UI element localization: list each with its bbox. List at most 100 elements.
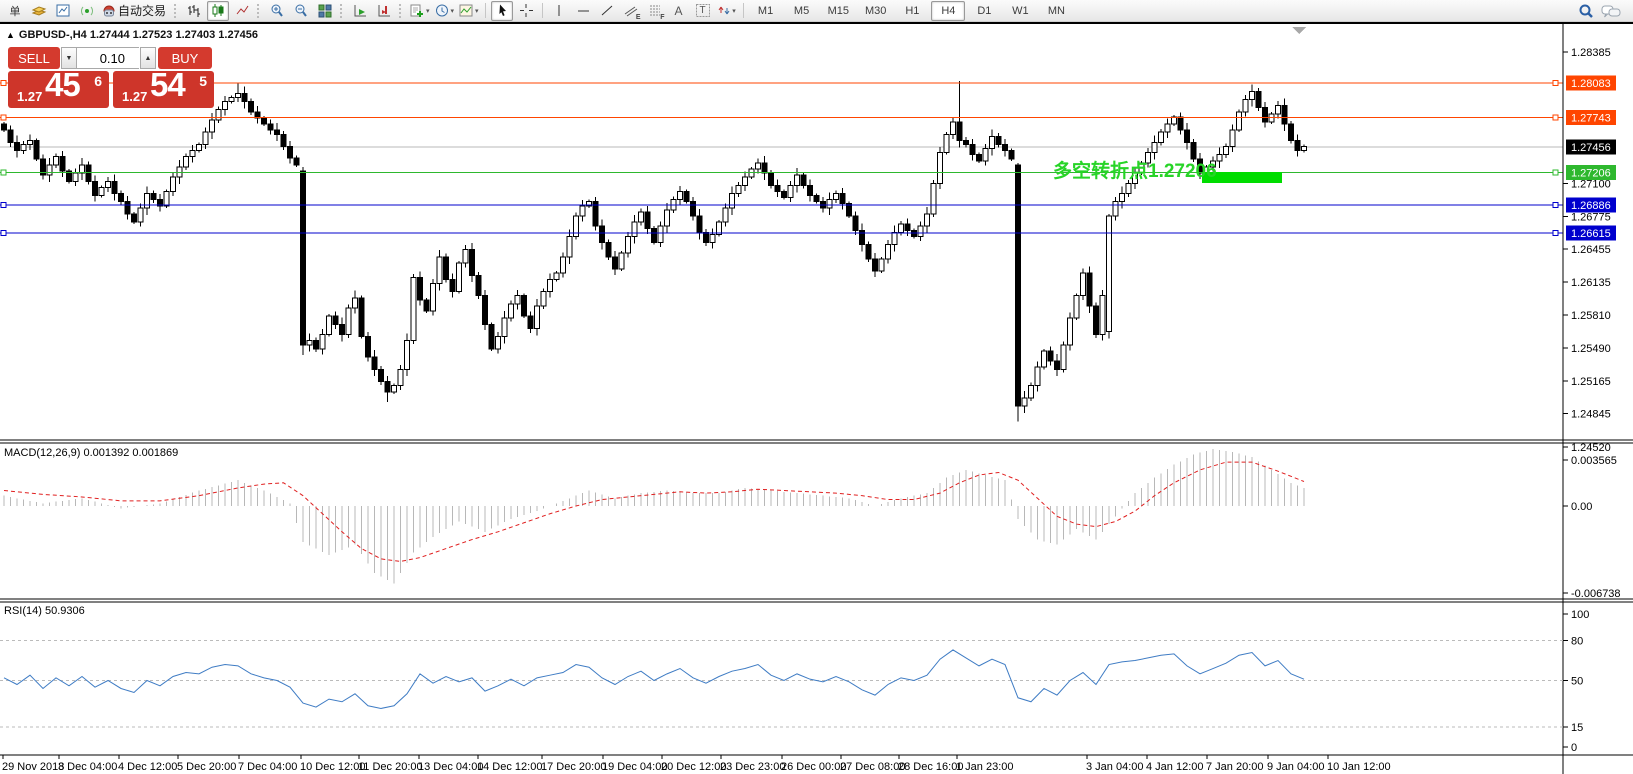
label-tool-button[interactable]: T (692, 1, 714, 21)
bar-chart-icon (187, 3, 201, 18)
timeframe-label: H1 (905, 2, 919, 20)
sell-quote-box[interactable]: 1.27 45 6 (8, 71, 109, 108)
macd-panel (4, 449, 1304, 583)
svg-text:1.27100: 1.27100 (1571, 178, 1611, 190)
autotrade-button[interactable]: 自动交易 (100, 1, 170, 21)
rsi-indicator-label: RSI(14) 50.9306 (4, 605, 85, 617)
svg-text:-0.006738: -0.006738 (1571, 588, 1621, 600)
svg-text:13 Dec 04:00: 13 Dec 04:00 (418, 761, 483, 773)
market-watch-button[interactable] (52, 1, 74, 21)
collapse-arrow-icon[interactable]: ▲ (6, 30, 15, 40)
svg-text:10 Dec 12:00: 10 Dec 12:00 (300, 761, 365, 773)
timeframe-button[interactable]: M15 (821, 1, 856, 21)
crosshair-icon (519, 3, 533, 18)
level-lines[interactable] (0, 80, 1563, 235)
order-book-button[interactable] (28, 1, 50, 21)
line-chart-icon (235, 3, 249, 18)
template-icon (458, 3, 474, 18)
svg-text:27 Dec 08:00: 27 Dec 08:00 (840, 761, 905, 773)
indicators-icon (409, 3, 425, 18)
timeframe-button[interactable]: H1 (895, 1, 929, 21)
label-tool-letter: T (700, 5, 706, 16)
chart-plot-area[interactable]: 1.283851.271001.267751.264551.261351.258… (0, 24, 1633, 774)
cursor-tool-button[interactable] (491, 1, 513, 21)
arrows-tool-button[interactable]: ▾ (716, 1, 738, 21)
trendline-tool-button[interactable] (596, 1, 618, 21)
zoom-in-button[interactable] (266, 1, 288, 21)
svg-text:9 Jan 04:00: 9 Jan 04:00 (1267, 761, 1325, 773)
svg-text:4 Jan 12:00: 4 Jan 12:00 (1146, 761, 1204, 773)
vertical-line-tool-button[interactable] (548, 1, 570, 21)
svg-text:19 Dec 04:00: 19 Dec 04:00 (602, 761, 667, 773)
timeframe-label: M30 (865, 2, 886, 20)
indicators-button[interactable]: ▾ (408, 1, 431, 21)
signals-button[interactable] (76, 1, 98, 21)
toolbar-separator (542, 3, 543, 18)
svg-text:50: 50 (1571, 676, 1583, 688)
fibonacci-letter: F (660, 14, 664, 21)
chart-shift-button[interactable] (373, 1, 395, 21)
search-button[interactable] (1575, 1, 1597, 21)
text-tool-button[interactable]: A (668, 1, 690, 21)
time-axis: 29 Nov 20183 Dec 04:004 Dec 12:005 Dec 2… (2, 755, 1391, 773)
rsi-panel (0, 641, 1563, 727)
timeframe-button[interactable]: M30 (858, 1, 893, 21)
price-axis: 1.283851.271001.267751.264551.261351.258… (1563, 47, 1611, 454)
svg-text:11 Dec 20:00: 11 Dec 20:00 (358, 761, 423, 773)
timeframe-button[interactable]: D1 (967, 1, 1001, 21)
buy-price-fraction: 5 (199, 73, 207, 89)
timeframe-button[interactable]: M5 (785, 1, 819, 21)
macd-axis: 0.0035650.00-0.006738 (1563, 455, 1621, 600)
horizontal-line-tool-button[interactable] (572, 1, 594, 21)
buy-quote-box[interactable]: 1.27 54 5 (113, 71, 214, 108)
templates-button[interactable]: ▾ (457, 1, 480, 21)
cursor-icon (495, 3, 509, 18)
svg-text:80: 80 (1571, 636, 1583, 648)
svg-text:29 Nov 2018: 29 Nov 2018 (2, 761, 64, 773)
line-chart-button[interactable] (231, 1, 253, 21)
new-order-button[interactable]: 单 (4, 1, 26, 21)
bar-chart-button[interactable] (183, 1, 205, 21)
toolbar-separator (743, 3, 744, 18)
crosshair-tool-button[interactable] (515, 1, 537, 21)
svg-text:26 Dec 00:00: 26 Dec 00:00 (781, 761, 846, 773)
tile-windows-button[interactable] (314, 1, 336, 21)
timeframe-button[interactable]: W1 (1003, 1, 1037, 21)
zoom-out-icon (293, 3, 309, 18)
fibonacci-tool-button[interactable]: F (644, 1, 666, 21)
toolbar-grip (340, 4, 345, 18)
zoom-out-button[interactable] (290, 1, 312, 21)
chat-button[interactable] (1599, 1, 1623, 21)
candlestick-chart-button[interactable] (207, 1, 229, 21)
svg-text:1.28083: 1.28083 (1571, 78, 1611, 90)
periods-button[interactable]: ▾ (433, 1, 456, 21)
chat-bubbles-icon (1600, 3, 1622, 19)
svg-text:1.24845: 1.24845 (1571, 409, 1611, 421)
clock-icon (434, 3, 450, 18)
timeframe-button[interactable]: M1 (749, 1, 783, 21)
symbol-title: ▲GBPUSD-,H4 1.27444 1.27523 1.27403 1.27… (6, 29, 258, 41)
svg-text:1.27456: 1.27456 (1571, 142, 1611, 154)
timeframe-label: MN (1048, 2, 1065, 20)
timeframe-label: M5 (794, 2, 809, 20)
timeframe-button[interactable]: MN (1039, 1, 1073, 21)
tile-windows-icon (317, 3, 333, 18)
timeframe-button[interactable]: H4 (931, 1, 965, 21)
timeframe-label: M15 (828, 2, 849, 20)
volume-input[interactable] (77, 47, 139, 69)
auto-scroll-button[interactable] (349, 1, 371, 21)
chart-window: 1.283851.271001.267751.264551.261351.258… (0, 22, 1633, 774)
scroll-marker-icon[interactable] (1292, 27, 1306, 34)
pivot-annotation-text[interactable]: 多空转折点1.27206 (1053, 156, 1217, 183)
macd-indicator-label: MACD(12,26,9) 0.001392 0.001869 (4, 447, 178, 459)
toolbar: 单 自动交易 (0, 0, 1633, 22)
dropdown-arrow-icon: ▾ (475, 7, 479, 15)
sell-price-pips: 45 (45, 66, 80, 104)
svg-text:15: 15 (1571, 722, 1583, 734)
rsi-axis: 1008050150 (1563, 609, 1589, 754)
channel-tool-button[interactable]: E (620, 1, 642, 21)
svg-text:1.26775: 1.26775 (1571, 212, 1611, 224)
buy-button-label: BUY (172, 51, 199, 66)
svg-text:0.003565: 0.003565 (1571, 455, 1617, 467)
svg-text:1.27743: 1.27743 (1571, 113, 1611, 125)
